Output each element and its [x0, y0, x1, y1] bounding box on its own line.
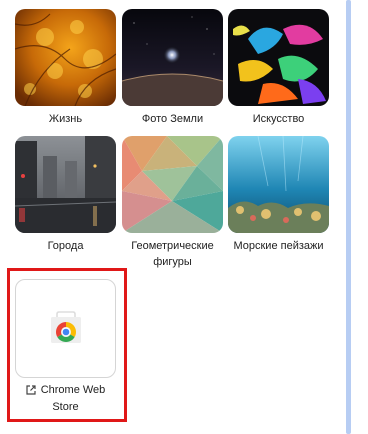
tile-cities[interactable]: Города [15, 136, 116, 254]
wallpaper-collection-panel: Жизнь Фото Земли Искусство Города Геомет… [0, 0, 368, 434]
tile-earth-photos-label: Фото Земли [141, 113, 204, 125]
planet-horizon-image [122, 9, 223, 106]
tile-life-label: Жизнь [48, 113, 83, 125]
tile-geometric-shapes-thumbnail [122, 136, 223, 233]
tile-seascapes-thumbnail [228, 136, 329, 233]
tile-art-thumbnail [228, 9, 329, 106]
city-street-image [15, 136, 116, 233]
tile-seascapes[interactable]: Морские пейзажи [228, 136, 329, 254]
tile-geometric-shapes-label: Геометрические фигуры [131, 240, 214, 268]
scrollbar[interactable] [346, 0, 351, 434]
tile-art[interactable]: Искусство [228, 9, 329, 127]
tile-life[interactable]: Жизнь [15, 9, 116, 127]
tile-life-thumbnail [15, 9, 116, 106]
tile-cities-label: Города [47, 240, 84, 252]
low-poly-image [122, 136, 223, 233]
tile-geometric-shapes[interactable]: Геометрические фигуры [122, 136, 223, 270]
tile-cities-thumbnail [15, 136, 116, 233]
tile-art-label: Искусство [252, 113, 305, 125]
coral-reef-image [228, 136, 329, 233]
tile-earth-photos[interactable]: Фото Земли [122, 9, 223, 127]
tile-seascapes-label: Морские пейзажи [233, 240, 324, 252]
paint-splash-image [228, 9, 329, 106]
highlight-box [7, 268, 127, 422]
autumn-leaves-image [15, 9, 116, 106]
tile-earth-photos-thumbnail [122, 9, 223, 106]
